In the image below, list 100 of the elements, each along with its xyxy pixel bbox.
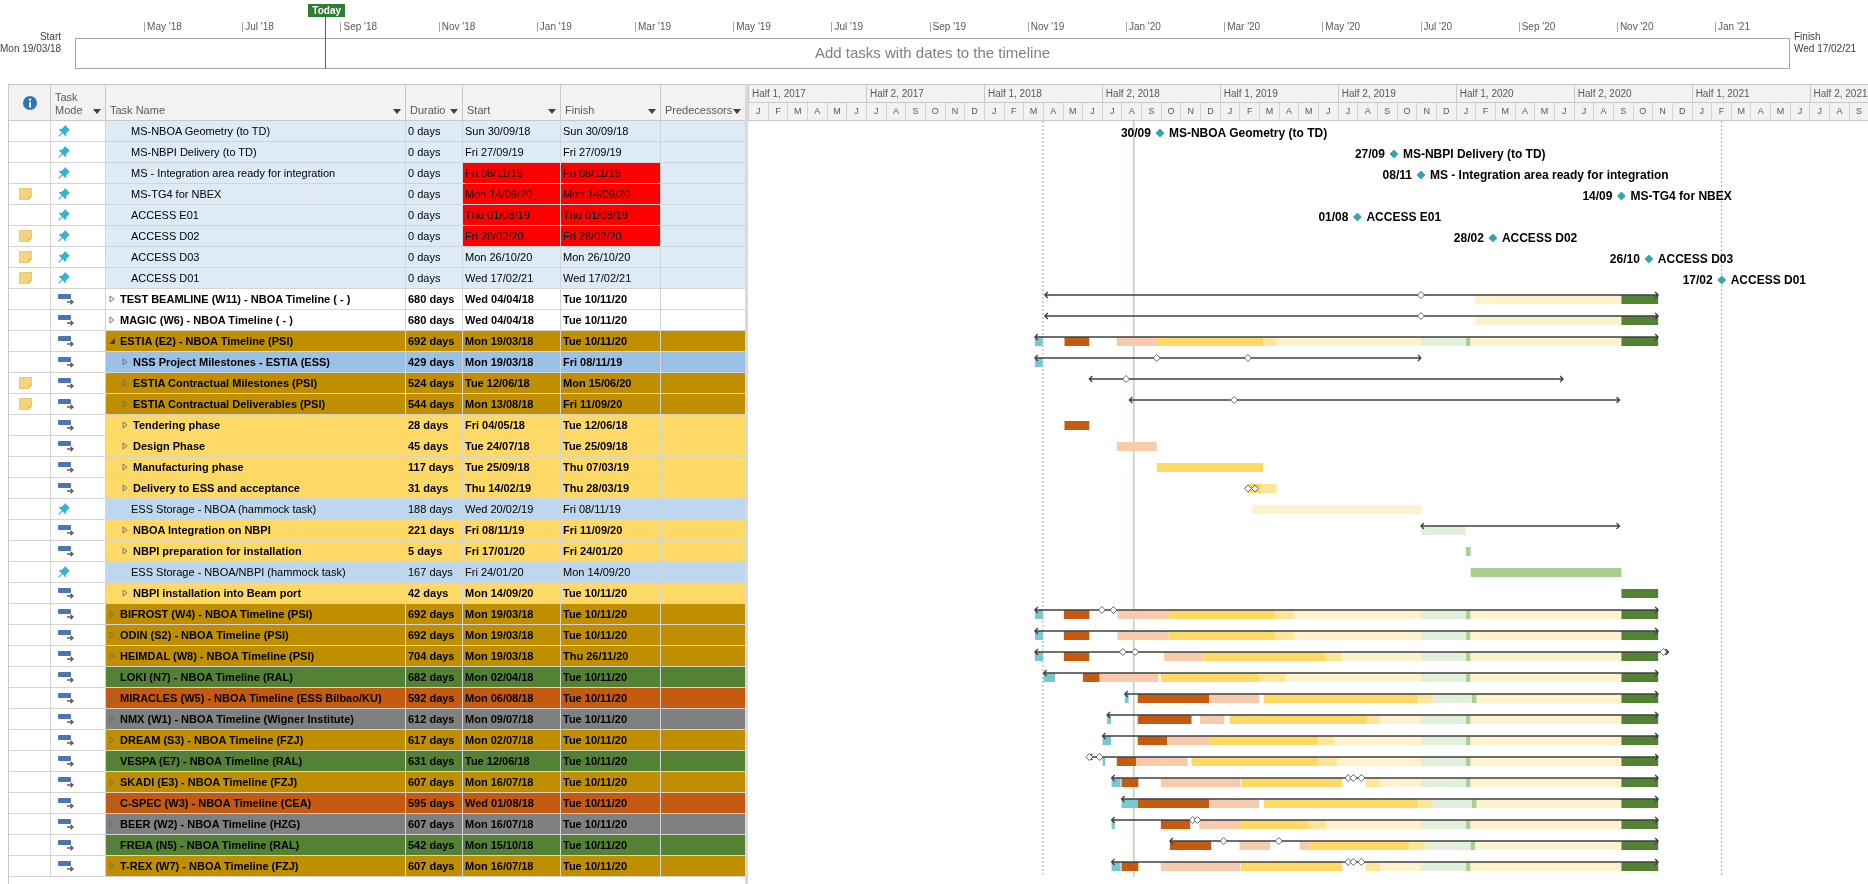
expand-icon[interactable]	[108, 610, 116, 618]
expand-icon[interactable]	[108, 862, 116, 870]
duration-cell: 631 days	[406, 751, 463, 772]
timeline-finish-label: Finish	[1794, 31, 1821, 43]
timeline-tick-label: May '18	[144, 22, 182, 32]
dropdown-caret-icon[interactable]	[450, 109, 458, 114]
expand-icon[interactable]	[121, 589, 129, 597]
task-name: ESTIA (E2) - NBOA Timeline (PSI)	[120, 334, 294, 349]
pin-icon	[58, 503, 70, 515]
dropdown-caret-icon[interactable]	[648, 109, 656, 114]
task-name: MIRACLES (W5) - NBOA Timeline (ESS Bilbao/KU)	[120, 691, 382, 706]
dropdown-caret-icon[interactable]	[93, 109, 101, 114]
duration-cell: 682 days	[406, 667, 463, 688]
timescale-label: M	[1062, 103, 1083, 120]
dropdown-caret-icon[interactable]	[548, 109, 556, 114]
finish-date-cell: Tue 10/11/20	[561, 814, 661, 835]
finish-date-cell: Tue 12/06/18	[561, 415, 661, 436]
duration-cell: 607 days	[406, 814, 463, 835]
finish-date-cell: Tue 10/11/20	[561, 310, 661, 331]
expand-icon[interactable]	[121, 442, 129, 450]
task-name: Design Phase	[133, 439, 206, 454]
expand-icon[interactable]	[108, 316, 116, 324]
gantt-bar	[1466, 547, 1471, 556]
expand-icon[interactable]	[121, 526, 129, 534]
task-name: HEIMDAL (W8) - NBOA Timeline (PSI)	[120, 649, 315, 664]
note-icon[interactable]	[19, 398, 32, 410]
expand-icon[interactable]	[108, 631, 116, 639]
expand-icon[interactable]	[108, 652, 116, 660]
finish-date-cell: Tue 10/11/20	[561, 604, 661, 625]
note-icon[interactable]	[19, 377, 32, 389]
expand-icon[interactable]	[121, 379, 129, 387]
finish-date-cell: Fri 08/11/19	[561, 352, 661, 373]
task-name: MS-NBPI Delivery (to TD)	[131, 145, 257, 160]
diamond-marker	[1109, 606, 1118, 614]
timescale-label: J	[1337, 103, 1358, 120]
expand-icon[interactable]	[121, 484, 129, 492]
note-icon[interactable]	[19, 230, 32, 242]
timeline-start-date: Mon 19/03/18	[0, 43, 61, 55]
note-icon[interactable]	[19, 272, 32, 284]
gantt-bar	[1064, 421, 1090, 430]
expand-icon[interactable]	[121, 547, 129, 555]
task-arrow-icon	[58, 734, 76, 746]
expand-icon[interactable]	[121, 463, 129, 471]
milestone-label: MS-TG4 for NBEX	[1630, 189, 1732, 203]
timeline-tick-label: Jul '19	[831, 22, 863, 32]
start-date-cell: Fri 28/02/20	[463, 226, 561, 247]
task-name: Delivery to ESS and acceptance	[133, 481, 300, 496]
pin-icon	[58, 230, 70, 242]
timescale-label: M	[1259, 103, 1279, 120]
timescale-label: F	[1003, 103, 1024, 120]
task-name: ESS Storage - NBOA (hammock task)	[131, 502, 317, 517]
collapse-icon[interactable]	[108, 337, 116, 345]
column-header[interactable]: Task Mode	[51, 85, 106, 121]
task-name: ACCESS D01	[131, 271, 200, 286]
finish-date-cell: Tue 10/11/20	[561, 835, 661, 856]
duration-cell: 28 days	[406, 415, 463, 436]
finish-date-cell: Fri 24/01/20	[561, 541, 661, 562]
timescale-label: D	[1671, 103, 1692, 120]
timeline-tick-label: Jul '18	[242, 22, 274, 32]
timescale-label: J	[1101, 103, 1122, 120]
timescale-label: M	[787, 103, 807, 120]
timeline-tick-label: Nov '18	[438, 22, 476, 32]
dropdown-caret-icon[interactable]	[393, 109, 401, 114]
expand-icon[interactable]	[108, 778, 116, 786]
milestone-label: ACCESS D01	[1730, 273, 1807, 287]
start-date-cell: Mon 16/07/18	[463, 856, 561, 877]
start-date-cell: Mon 02/07/18	[463, 730, 561, 751]
timeline-tick-label: Jul '20	[1420, 22, 1453, 32]
timescale-label: S	[1848, 103, 1868, 120]
note-icon[interactable]	[19, 188, 32, 200]
timescale-label: A	[1593, 103, 1613, 120]
task-name: DREAM (S3) - NBOA Timeline (FZJ)	[120, 733, 304, 748]
timescale-label: O	[924, 103, 945, 120]
expand-icon[interactable]	[121, 421, 129, 429]
duration-cell: 617 days	[406, 730, 463, 751]
start-date-cell: Mon 15/10/18	[463, 835, 561, 856]
dropdown-caret-icon[interactable]	[733, 109, 741, 114]
timescale-label: Half 1, 2018	[983, 85, 1102, 102]
expand-icon[interactable]	[121, 358, 129, 366]
expand-icon[interactable]	[121, 400, 129, 408]
expand-icon[interactable]	[108, 736, 116, 744]
gantt-bar	[1137, 736, 1168, 745]
duration-cell: 0 days	[406, 121, 463, 142]
task-name: ESS Storage - NBOA/NBPI (hammock task)	[131, 565, 346, 580]
finish-date-cell: Wed 17/02/21	[561, 268, 661, 289]
start-date-cell: Wed 04/04/18	[463, 310, 561, 331]
milestone-date: 14/09	[1582, 189, 1613, 203]
timeline-tick-label: Nov '19	[1027, 22, 1065, 32]
timescale-label: Half 1, 2017	[748, 85, 866, 102]
milestone-diamond	[1389, 149, 1399, 159]
duration-cell: 0 days	[406, 163, 463, 184]
expand-icon[interactable]	[108, 295, 116, 303]
task-arrow-icon	[58, 314, 76, 326]
duration-cell: 221 days	[406, 520, 463, 541]
finish-date-cell: Tue 10/11/20	[561, 331, 661, 352]
timeline-bar[interactable]: Add tasks with dates to the timeline	[75, 38, 1790, 69]
timescale-label: J	[1318, 103, 1338, 120]
timescale-label: J	[1082, 103, 1102, 120]
note-icon[interactable]	[19, 251, 32, 263]
gantt-bar	[1169, 841, 1212, 850]
